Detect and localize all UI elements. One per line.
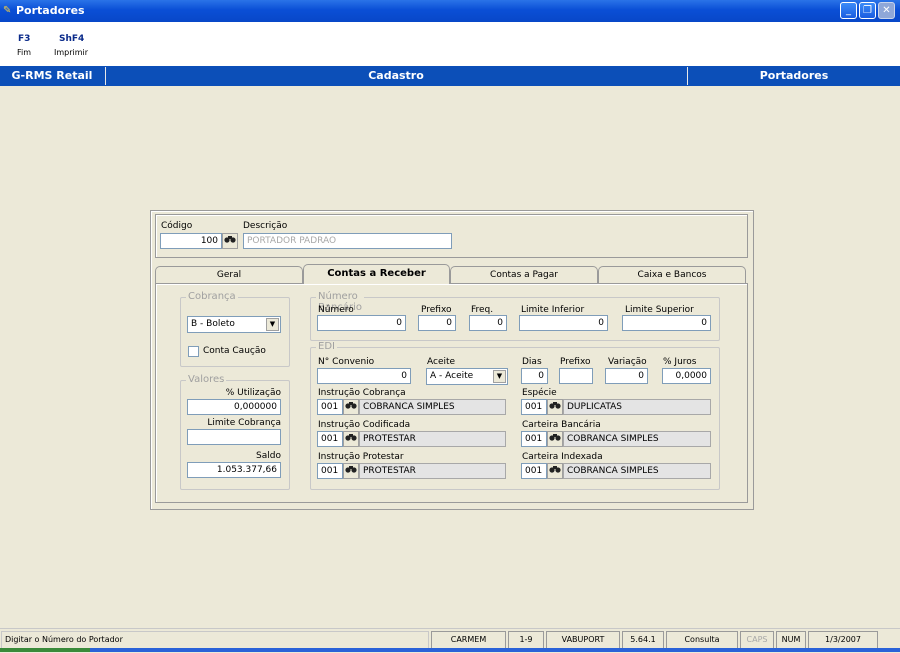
binoculars-icon[interactable] bbox=[222, 233, 238, 249]
utilizacao-input[interactable]: 0,000000 bbox=[187, 399, 281, 415]
codigo-label: Código bbox=[161, 221, 193, 231]
tab-contas-a-receber[interactable]: Contas a Receber bbox=[303, 264, 450, 284]
binoculars-icon[interactable] bbox=[343, 399, 359, 415]
tab-contas-a-pagar[interactable]: Contas a Pagar bbox=[450, 266, 598, 284]
maximize-button[interactable]: ❐ bbox=[859, 2, 876, 19]
variacao-label: Variação bbox=[608, 357, 647, 367]
conta-caucao-checkbox[interactable] bbox=[188, 346, 199, 357]
edi-prefixo-label: Prefixo bbox=[560, 357, 591, 367]
instr-codificada-code[interactable]: 001 bbox=[317, 431, 343, 447]
numero-label: Número bbox=[318, 305, 354, 315]
window-title: Portadores bbox=[16, 4, 85, 17]
chevron-down-icon: ▼ bbox=[266, 318, 279, 331]
valores-title: Valores bbox=[186, 374, 227, 385]
toolbar-imprimir-key: ShF4 bbox=[59, 34, 85, 44]
tab-caixa-e-bancos[interactable]: Caixa e Bancos bbox=[598, 266, 746, 284]
instr-cobranca-desc: COBRANCA SIMPLES bbox=[359, 399, 506, 415]
instr-cobranca-label: Instrução Cobrança bbox=[318, 388, 406, 398]
carteira-bancaria-code[interactable]: 001 bbox=[521, 431, 547, 447]
toolbar-imprimir-label: Imprimir bbox=[54, 48, 89, 57]
instr-codificada-desc: PROTESTAR bbox=[359, 431, 506, 447]
edi-title: EDI bbox=[316, 341, 337, 352]
status-version: 5.64.1 bbox=[622, 631, 664, 649]
variacao-input[interactable]: 0 bbox=[605, 368, 648, 384]
binoculars-icon[interactable] bbox=[547, 399, 563, 415]
limite-inferior-label: Limite Inferior bbox=[521, 305, 585, 315]
conta-caucao-label: Conta Caução bbox=[203, 346, 266, 356]
toolbar-fim-key: F3 bbox=[18, 34, 31, 44]
convenio-label: N° Convenio bbox=[318, 357, 375, 367]
convenio-input[interactable]: 0 bbox=[317, 368, 411, 384]
descricao-label: Descrição bbox=[243, 221, 288, 231]
especie-code[interactable]: 001 bbox=[521, 399, 547, 415]
limite-cobranca-input[interactable] bbox=[187, 429, 281, 445]
freq-label: Freq. bbox=[471, 305, 494, 315]
limite-cobranca-label: Limite Cobrança bbox=[207, 418, 281, 428]
instr-cobranca-code[interactable]: 001 bbox=[317, 399, 343, 415]
limite-superior-label: Limite Superior bbox=[625, 305, 694, 315]
instr-codificada-label: Instrução Codificada bbox=[318, 420, 411, 430]
freq-input[interactable]: 0 bbox=[469, 315, 507, 331]
status-message: Digitar o Número do Portador bbox=[1, 631, 429, 649]
window-titlebar: ✎ Portadores _ ❐ ✕ bbox=[0, 0, 900, 22]
instr-protestar-label: Instrução Protestar bbox=[318, 452, 404, 462]
header-section: Cadastro bbox=[368, 69, 424, 82]
status-caps: CAPS bbox=[740, 631, 774, 649]
status-mode: Consulta bbox=[666, 631, 738, 649]
app-icon: ✎ bbox=[3, 5, 12, 16]
aceite-select[interactable]: A - Aceite ▼ bbox=[426, 368, 508, 385]
saldo-label: Saldo bbox=[256, 451, 281, 461]
status-db: VABUPORT bbox=[546, 631, 620, 649]
status-range: 1-9 bbox=[508, 631, 544, 649]
carteira-bancaria-label: Carteira Bancária bbox=[522, 420, 601, 430]
aceite-label: Aceite bbox=[427, 357, 456, 367]
binoculars-icon[interactable] bbox=[547, 431, 563, 447]
binoculars-icon[interactable] bbox=[547, 463, 563, 479]
limite-inferior-input[interactable]: 0 bbox=[519, 315, 608, 331]
toolbar-fim-label: Fim bbox=[17, 48, 32, 57]
status-user: CARMEM bbox=[431, 631, 506, 649]
taskbar-strip bbox=[0, 648, 900, 652]
especie-label: Espécie bbox=[522, 388, 557, 398]
cobranca-select[interactable]: B - Boleto ▼ bbox=[187, 316, 281, 333]
numero-input[interactable]: 0 bbox=[317, 315, 406, 331]
juros-input[interactable]: 0,0000 bbox=[662, 368, 711, 384]
carteira-indexada-label: Carteira Indexada bbox=[522, 452, 603, 462]
status-num: NUM bbox=[776, 631, 806, 649]
close-button[interactable]: ✕ bbox=[878, 2, 895, 19]
saldo-input[interactable]: 1.053.377,66 bbox=[187, 462, 281, 478]
especie-desc: DUPLICATAS bbox=[563, 399, 711, 415]
utilizacao-label: % Utilização bbox=[225, 388, 281, 398]
tab-geral[interactable]: Geral bbox=[155, 266, 303, 284]
toolbar: F3 Fim ShF4 Imprimir bbox=[0, 22, 900, 66]
binoculars-icon[interactable] bbox=[343, 463, 359, 479]
codigo-input[interactable]: 100 bbox=[160, 233, 222, 249]
section-header: G-RMS Retail Cadastro Portadores bbox=[0, 66, 900, 86]
status-date: 1/3/2007 bbox=[808, 631, 878, 649]
cobranca-title: Cobrança bbox=[186, 291, 238, 302]
dias-input[interactable]: 0 bbox=[521, 368, 548, 384]
header-app-name: G-RMS Retail bbox=[11, 69, 93, 82]
carteira-bancaria-desc: COBRANCA SIMPLES bbox=[563, 431, 711, 447]
prefixo-input[interactable]: 0 bbox=[418, 315, 456, 331]
header-screen: Portadores bbox=[759, 69, 829, 82]
binoculars-icon[interactable] bbox=[343, 431, 359, 447]
dias-label: Dias bbox=[522, 357, 542, 367]
chevron-down-icon: ▼ bbox=[493, 370, 506, 383]
descricao-input[interactable]: PORTADOR PADRAO bbox=[243, 233, 452, 249]
instr-protestar-code[interactable]: 001 bbox=[317, 463, 343, 479]
cobranca-selected: B - Boleto bbox=[191, 319, 235, 329]
instr-protestar-desc: PROTESTAR bbox=[359, 463, 506, 479]
juros-label: % Juros bbox=[663, 357, 697, 367]
limite-superior-input[interactable]: 0 bbox=[622, 315, 711, 331]
edi-prefixo-input[interactable] bbox=[559, 368, 593, 384]
carteira-indexada-code[interactable]: 001 bbox=[521, 463, 547, 479]
carteira-indexada-desc: COBRANCA SIMPLES bbox=[563, 463, 711, 479]
prefixo-label: Prefixo bbox=[421, 305, 452, 315]
aceite-selected: A - Aceite bbox=[430, 371, 474, 381]
minimize-button[interactable]: _ bbox=[840, 2, 857, 19]
